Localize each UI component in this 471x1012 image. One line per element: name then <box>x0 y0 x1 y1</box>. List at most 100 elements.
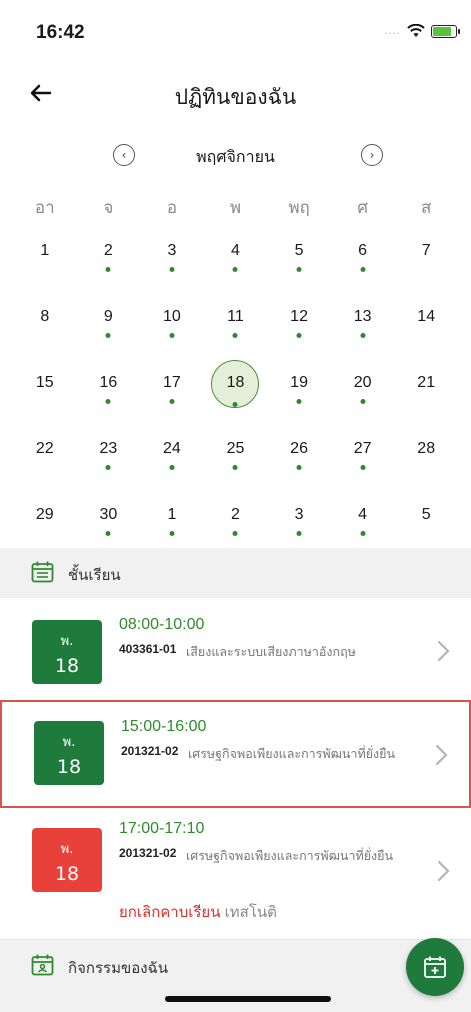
date-badge: พ. 18 <box>32 620 102 684</box>
class-card-highlighted[interactable]: พ. 18 15:00-16:00 201321-02 เศรษฐกิจพอเพ… <box>0 700 471 808</box>
event-dot <box>360 267 366 272</box>
event-dot <box>232 402 238 407</box>
calendar-day[interactable]: 28 <box>394 438 458 504</box>
calendar-day[interactable]: 23 <box>77 438 141 504</box>
event-dot <box>360 333 366 338</box>
class-name: เศรษฐกิจพอเพียงและการพัฒนาที่ยั่งยืน <box>188 747 396 761</box>
weekday-label: พ <box>229 198 242 217</box>
calendar-day-selected[interactable]: 18 <box>204 360 268 438</box>
day-number: 4 <box>358 506 368 523</box>
badge-date: 18 <box>54 863 80 885</box>
calendar-day[interactable]: 7 <box>394 240 458 306</box>
battery-icon <box>431 24 460 38</box>
date-badge-cancelled: พ. 18 <box>32 828 102 892</box>
calendar-day[interactable]: 22 <box>13 438 77 504</box>
calendar-day[interactable]: 2 <box>77 240 141 306</box>
day-number: 26 <box>290 440 308 457</box>
calendar-day[interactable]: 4 <box>204 240 268 306</box>
event-dot <box>296 531 302 536</box>
calendar-day[interactable]: 26 <box>267 438 331 504</box>
badge-day: พ. <box>60 842 74 857</box>
wifi-icon <box>407 24 425 37</box>
calendar-week-row: 15 16 17 18 19 20 21 <box>0 360 471 438</box>
badge-day: พ. <box>62 735 76 750</box>
weekday-header-row: อา จ อ พ พฤ ศ ส <box>0 194 471 240</box>
calendar-day[interactable]: 15 <box>13 372 77 438</box>
calendar-day[interactable]: 17 <box>140 372 204 438</box>
cancellation-notice: ยกเลิกคาบเรียน เทสโนติ <box>119 900 277 924</box>
calendar-day[interactable]: 13 <box>331 306 395 372</box>
event-dot <box>296 465 302 470</box>
event-dot <box>296 267 302 272</box>
event-dot <box>105 531 111 536</box>
badge-date: 18 <box>56 756 82 778</box>
day-number: 10 <box>163 308 181 325</box>
add-event-button[interactable] <box>406 938 464 996</box>
weekday-label: พฤ <box>288 198 310 217</box>
cellular-signal-icon: .... <box>384 25 401 37</box>
event-dot <box>105 399 111 404</box>
status-bar: 16:42 .... <box>0 0 471 60</box>
day-number: 7 <box>421 242 431 259</box>
calendar-day[interactable]: 20 <box>331 372 395 438</box>
calendar-day[interactable]: 3 <box>140 240 204 306</box>
class-card[interactable]: พ. 18 08:00-10:00 403361-01 เสียงและระบบ… <box>0 598 471 706</box>
day-number: 15 <box>35 374 54 391</box>
day-number: 27 <box>353 440 372 457</box>
weekday-label: จ <box>103 198 114 217</box>
chevron-right-icon: › <box>369 148 375 162</box>
calendar-day[interactable]: 14 <box>394 306 458 372</box>
day-number: 11 <box>227 308 244 325</box>
calendar-day[interactable]: 24 <box>140 438 204 504</box>
calendar-week-row: 1 2 3 4 5 6 7 <box>0 240 471 306</box>
day-number: 6 <box>358 242 368 259</box>
calendar-add-icon <box>424 956 446 978</box>
day-number: 25 <box>226 440 245 457</box>
day-number: 2 <box>231 506 240 523</box>
chevron-right-icon <box>437 860 450 882</box>
day-number: 23 <box>99 440 118 457</box>
calendar-list-icon <box>31 561 54 583</box>
day-number: 18 <box>226 374 245 391</box>
class-time: 08:00-10:00 <box>119 616 205 633</box>
next-month-button[interactable]: › <box>361 144 383 166</box>
day-number: 22 <box>35 440 54 457</box>
event-dot <box>296 399 302 404</box>
day-number: 3 <box>167 242 177 259</box>
weekday-label: ศ <box>357 198 369 217</box>
day-number: 13 <box>353 308 372 325</box>
classes-section-header: ชั้นเรียน <box>0 548 471 598</box>
class-code: 201321-02 <box>121 744 179 758</box>
day-number: 30 <box>99 506 118 523</box>
calendar-day[interactable]: 19 <box>267 372 331 438</box>
calendar-day[interactable]: 5 <box>267 240 331 306</box>
calendar-day[interactable]: 12 <box>267 306 331 372</box>
calendar-day[interactable]: 16 <box>77 372 141 438</box>
day-number: 9 <box>103 308 113 325</box>
class-time: 15:00-16:00 <box>121 718 207 735</box>
event-dot <box>169 465 175 470</box>
calendar-day[interactable]: 25 <box>204 438 268 504</box>
weekday-label: ส <box>421 198 432 217</box>
classes-section-label: ชั้นเรียน <box>68 567 121 584</box>
day-number: 24 <box>163 440 181 457</box>
class-name: เสียงและระบบเสียงภาษาอังกฤษ <box>186 645 356 659</box>
calendar-day[interactable]: 27 <box>331 438 395 504</box>
class-time: 17:00-17:10 <box>119 820 205 837</box>
calendar-day[interactable]: 1 <box>13 240 77 306</box>
day-number: 2 <box>103 242 113 259</box>
calendar-day[interactable]: 10 <box>140 306 204 372</box>
event-dot <box>360 531 366 536</box>
class-card-cancelled[interactable]: พ. 18 17:00-17:10 201321-02 เศรษฐกิจพอเพ… <box>0 810 471 940</box>
calendar-day[interactable]: 21 <box>394 372 458 438</box>
badge-day: พ. <box>60 634 74 649</box>
calendar-day[interactable]: 9 <box>77 306 141 372</box>
calendar-day[interactable]: 8 <box>13 306 77 372</box>
event-dot <box>296 333 302 338</box>
calendar-grid: อา จ อ พ พฤ ศ ส 1 2 3 4 5 6 7 8 9 10 11 12 13 14 15 16 1… <box>0 194 471 570</box>
calendar-day[interactable]: 6 <box>331 240 395 306</box>
calendar-person-icon <box>31 954 54 976</box>
event-dot <box>169 531 175 536</box>
event-dot <box>169 399 175 404</box>
day-number: 17 <box>163 374 181 391</box>
